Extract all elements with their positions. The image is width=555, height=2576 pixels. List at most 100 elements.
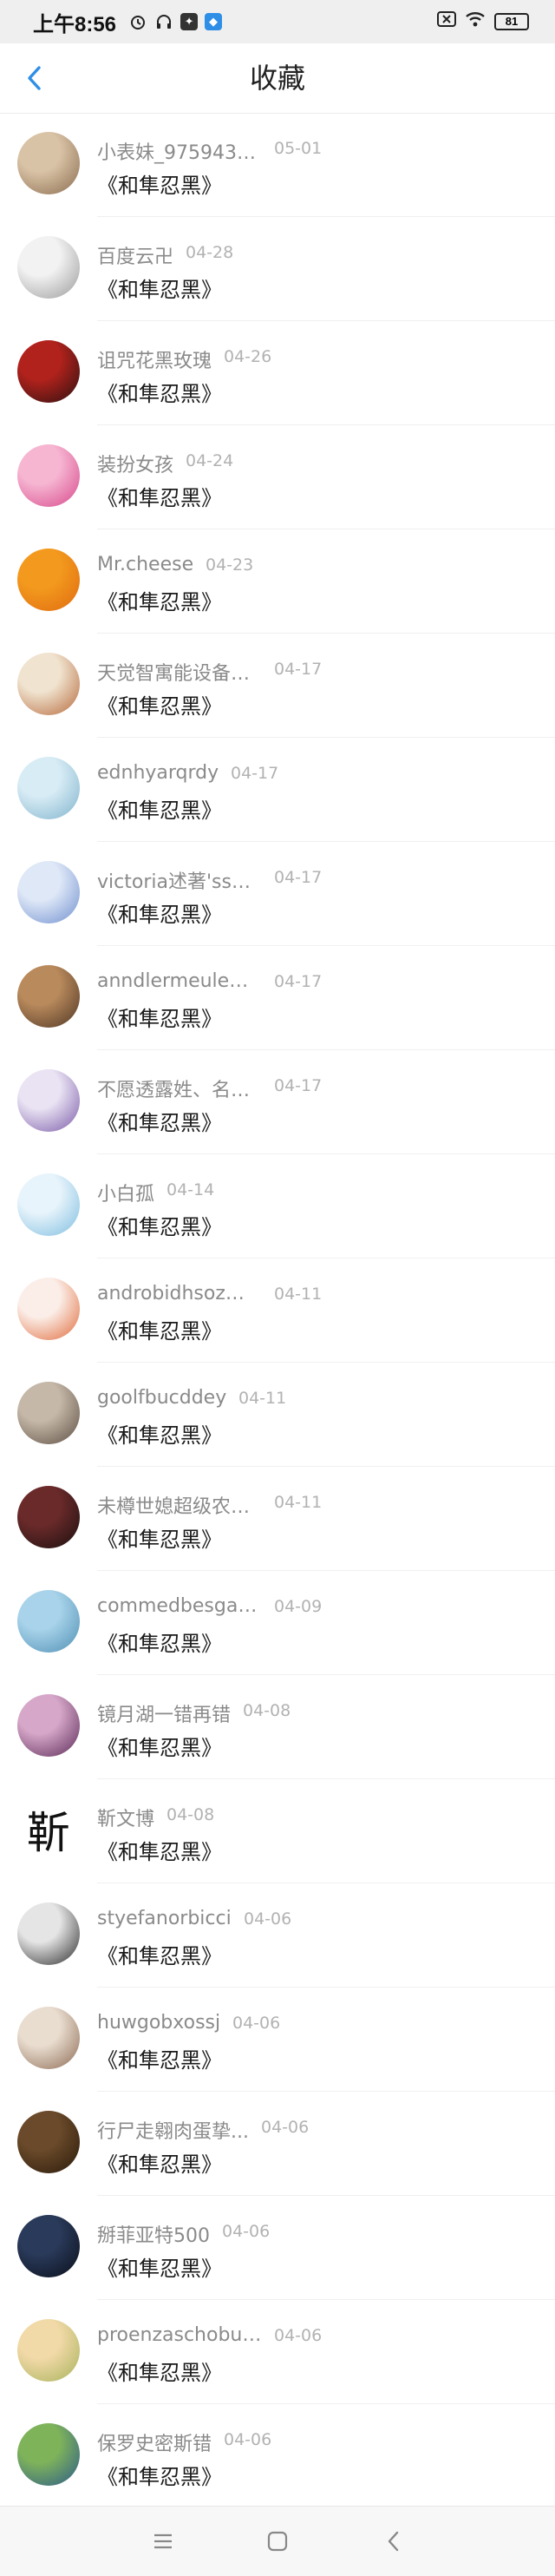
favorite-item[interactable]: 掰菲亚特500 04-06 《和隼忍黑》 [0, 2196, 555, 2300]
avatar[interactable] [17, 549, 80, 611]
favorite-item[interactable]: styefanorbicci 04-06 《和隼忍黑》 [0, 1883, 555, 1988]
username[interactable]: proenzaschobul... [97, 2324, 262, 2346]
username[interactable]: 未樽世媳超级农忘场 [97, 1491, 262, 1519]
avatar[interactable] [17, 861, 80, 923]
work-title[interactable]: 《和隼忍黑》 [97, 2251, 222, 2282]
username[interactable]: 装扮女孩 [97, 450, 173, 477]
username[interactable]: 诅咒花黑玫瑰 [97, 345, 212, 373]
avatar[interactable] [17, 2215, 80, 2277]
avatar[interactable] [17, 1382, 80, 1444]
menu-button[interactable] [144, 2522, 182, 2560]
work-title[interactable]: 《和隼忍黑》 [97, 1106, 222, 1136]
username[interactable]: goolfbucddey [97, 1387, 226, 1409]
username[interactable]: 掰菲亚特500 [97, 2220, 210, 2248]
favorite-item[interactable]: 镜月湖一错再错 04-08 《和隼忍黑》 [0, 1675, 555, 1779]
favorite-item[interactable]: 诅咒花黑玫瑰 04-26 《和隼忍黑》 [0, 321, 555, 425]
avatar[interactable] [17, 965, 80, 1028]
work-title[interactable]: 《和隼忍黑》 [97, 1210, 222, 1240]
work-title[interactable]: 《和隼忍黑》 [97, 2147, 222, 2178]
username[interactable]: 行尸走翱肉蛋挚... [97, 2116, 249, 2144]
work-title[interactable]: 《和隼忍黑》 [97, 1626, 222, 1657]
work-title[interactable]: 《和隼忍黑》 [97, 793, 222, 824]
username[interactable]: styefanorbicci [97, 1908, 232, 1929]
avatar[interactable] [17, 653, 80, 715]
avatar[interactable] [17, 2319, 80, 2382]
work-title[interactable]: 《和隼忍黑》 [97, 689, 222, 720]
username[interactable]: 天觉智寓能设备运维 [97, 658, 262, 686]
favorite-item[interactable]: anndlermeulem... 04-17 《和隼忍黑》 [0, 946, 555, 1050]
favorite-item[interactable]: 未樽世媳超级农忘场 04-11 《和隼忍黑》 [0, 1467, 555, 1571]
work-title[interactable]: 《和隼忍黑》 [97, 2460, 222, 2490]
favorite-item[interactable]: 保罗史密斯错 04-06 《和隼忍黑》 [0, 2404, 555, 2508]
favorite-item[interactable]: 百度云卍 04-28 《和隼忍黑》 [0, 217, 555, 321]
work-title[interactable]: 《和隼忍黑》 [97, 1939, 222, 1969]
username[interactable]: androbidhsozmme [97, 1283, 262, 1304]
favorite-item[interactable]: 靳靳文博 04-08 《和隼忍黑》 [0, 1779, 555, 1883]
favorite-item[interactable]: 不愿透露姓、名的人 04-17 《和隼忍黑》 [0, 1050, 555, 1154]
username[interactable]: ednhyarqrdy [97, 762, 219, 784]
favorite-date: 04-06 [224, 2430, 272, 2449]
work-title[interactable]: 《和隼忍黑》 [97, 273, 222, 303]
avatar[interactable] [17, 1278, 80, 1340]
avatar[interactable] [17, 444, 80, 507]
avatar[interactable] [17, 757, 80, 819]
avatar[interactable] [17, 1173, 80, 1236]
work-title[interactable]: 《和隼忍黑》 [97, 481, 222, 511]
favorite-item[interactable]: proenzaschobul... 04-06 《和隼忍黑》 [0, 2300, 555, 2404]
avatar[interactable] [17, 2423, 80, 2486]
username[interactable]: anndlermeulem... [97, 970, 262, 992]
avatar[interactable] [17, 1069, 80, 1132]
favorite-item[interactable]: androbidhsozmme 04-11 《和隼忍黑》 [0, 1258, 555, 1363]
avatar[interactable] [17, 236, 80, 299]
avatar[interactable]: 靳 [17, 1798, 80, 1861]
username[interactable]: 小白孤 [97, 1179, 154, 1206]
work-title[interactable]: 《和隼忍黑》 [97, 2043, 222, 2073]
work-title[interactable]: 《和隼忍黑》 [97, 1002, 222, 1032]
avatar[interactable] [17, 2007, 80, 2069]
avatar[interactable] [17, 340, 80, 403]
work-title[interactable]: 《和隼忍黑》 [97, 1522, 222, 1553]
favorite-item[interactable]: 装扮女孩 04-24 《和隼忍黑》 [0, 425, 555, 529]
avatar[interactable] [17, 1902, 80, 1965]
favorite-item[interactable]: 小白孤 04-14 《和隼忍黑》 [0, 1154, 555, 1258]
app-header: 收藏 [0, 43, 555, 114]
avatar[interactable] [17, 1486, 80, 1548]
favorite-item[interactable]: commedbesgarl... 04-09 《和隼忍黑》 [0, 1571, 555, 1675]
username[interactable]: 百度云卍 [97, 241, 173, 269]
username[interactable]: 保罗史密斯错 [97, 2428, 212, 2456]
work-title[interactable]: 《和隼忍黑》 [97, 1835, 222, 1865]
username[interactable]: 不愿透露姓、名的人 [97, 1074, 262, 1102]
work-title[interactable]: 《和隼忍黑》 [97, 897, 222, 928]
work-title[interactable]: 《和隼忍黑》 [97, 1314, 222, 1344]
username[interactable]: commedbesgarl... [97, 1595, 262, 1617]
username[interactable]: huwgobxossj [97, 2012, 220, 2034]
avatar[interactable] [17, 1694, 80, 1757]
favorite-date: 04-26 [224, 347, 272, 366]
favorite-item[interactable]: goolfbucddey 04-11 《和隼忍黑》 [0, 1363, 555, 1467]
favorite-item[interactable]: 小表妹_975943284 05-01 《和隼忍黑》 [0, 113, 555, 217]
avatar[interactable] [17, 132, 80, 194]
work-title[interactable]: 《和隼忍黑》 [97, 2356, 222, 2386]
nav-back-button[interactable] [375, 2522, 413, 2560]
favorite-item[interactable]: ednhyarqrdy 04-17 《和隼忍黑》 [0, 738, 555, 842]
battery-icon: 81 [494, 12, 529, 30]
username[interactable]: 小表妹_975943284 [97, 137, 262, 165]
username[interactable]: victoria述著'ssec... [97, 866, 262, 894]
avatar[interactable] [17, 1590, 80, 1653]
work-title[interactable]: 《和隼忍黑》 [97, 1731, 222, 1761]
username[interactable]: Mr.cheese [97, 554, 193, 575]
favorite-item[interactable]: 天觉智寓能设备运维 04-17 《和隼忍黑》 [0, 634, 555, 738]
work-title[interactable]: 《和隼忍黑》 [97, 168, 222, 199]
avatar[interactable] [17, 2111, 80, 2173]
work-title[interactable]: 《和隼忍黑》 [97, 377, 222, 407]
favorite-item[interactable]: Mr.cheese 04-23 《和隼忍黑》 [0, 529, 555, 634]
work-title[interactable]: 《和隼忍黑》 [97, 1418, 222, 1449]
favorite-item[interactable]: victoria述著'ssec... 04-17 《和隼忍黑》 [0, 842, 555, 946]
work-title[interactable]: 《和隼忍黑》 [97, 585, 222, 615]
favorite-item[interactable]: huwgobxossj 04-06 《和隼忍黑》 [0, 1988, 555, 2092]
close-box-icon [437, 10, 456, 32]
username[interactable]: 镜月湖一错再错 [97, 1699, 231, 1727]
home-button[interactable] [258, 2522, 297, 2560]
username[interactable]: 靳文博 [97, 1804, 154, 1831]
favorite-item[interactable]: 行尸走翱肉蛋挚... 04-06 《和隼忍黑》 [0, 2092, 555, 2196]
